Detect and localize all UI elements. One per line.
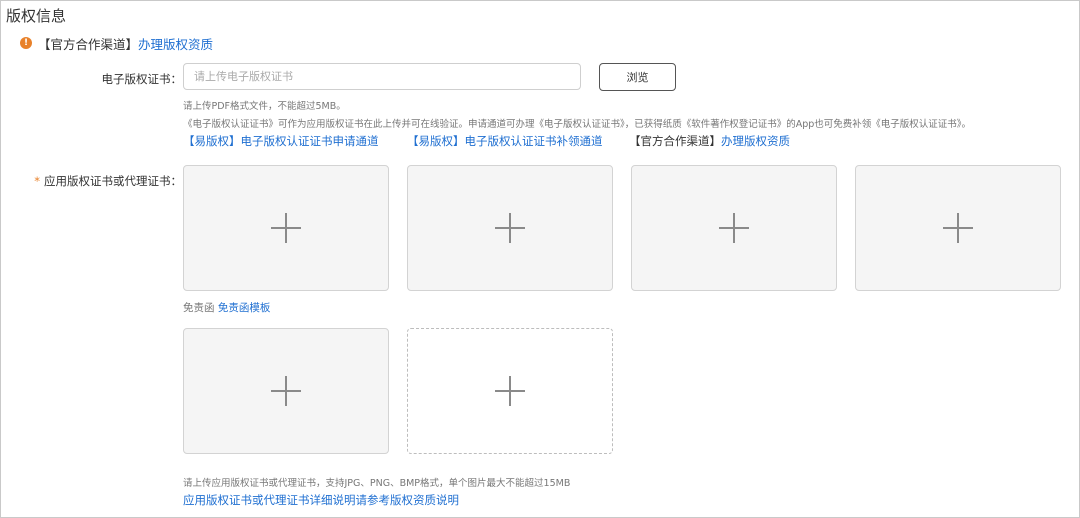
cert-apply-link[interactable]: 【易版权】电子版权认证证书申请通道 [183,133,379,149]
official-channel-bracket: 【官方合作渠道】 [629,134,721,148]
section-title: 版权信息 [6,7,67,25]
upload-slot[interactable] [855,165,1061,291]
cert-reissue-link[interactable]: 【易版权】电子版权认证证书补领通道 [407,133,603,149]
upload-slot[interactable] [631,165,837,291]
browse-button[interactable]: 浏览 [599,63,676,91]
official-qualification-link[interactable]: 办理版权资质 [721,134,790,148]
cert-field-label: 电子版权证书： [101,72,183,86]
plus-icon [271,213,301,243]
cert-description-hint: 《电子版权认证证书》可作为应用版权证书在此上传并可在线验证。申请通道可办理《电子… [183,119,972,130]
required-mark: * [34,174,40,188]
warning-icon: ! [20,37,32,49]
app-cert-field-label: * 应用版权证书或代理证书： [10,173,182,189]
plus-icon [943,213,973,243]
app-cert-label-text: 应用版权证书或代理证书： [44,174,182,188]
qualification-explanation-link[interactable]: 应用版权证书或代理证书详细说明请参考版权资质说明 [183,492,459,508]
plus-icon [719,213,749,243]
plus-icon [495,376,525,406]
official-channel-notice: ! 【官方合作渠道】 办理版权资质 [20,34,213,52]
plus-icon [271,376,301,406]
notice-bracket-text: 【官方合作渠道】 [38,36,139,52]
upload-format-hint: 请上传应用版权证书或代理证书，支持JPG、PNG、BMP格式，单个图片最大不能超… [183,478,571,489]
upload-add-slot[interactable] [407,328,613,454]
apply-copyright-qualification-link[interactable]: 办理版权资质 [138,34,213,53]
upload-slot[interactable] [183,328,389,454]
disclaimer-text: 免责函 [183,302,215,314]
disclaimer-template-link[interactable]: 免责函模板 [218,302,271,314]
disclaimer-row: 免责函 免责函模板 [183,300,270,315]
upload-slot[interactable] [407,165,613,291]
upload-slot[interactable] [183,165,389,291]
cert-format-hint: 请上传PDF格式文件，不能超过5MB。 [183,101,346,112]
plus-icon [495,213,525,243]
cert-upload-input[interactable] [183,63,581,90]
